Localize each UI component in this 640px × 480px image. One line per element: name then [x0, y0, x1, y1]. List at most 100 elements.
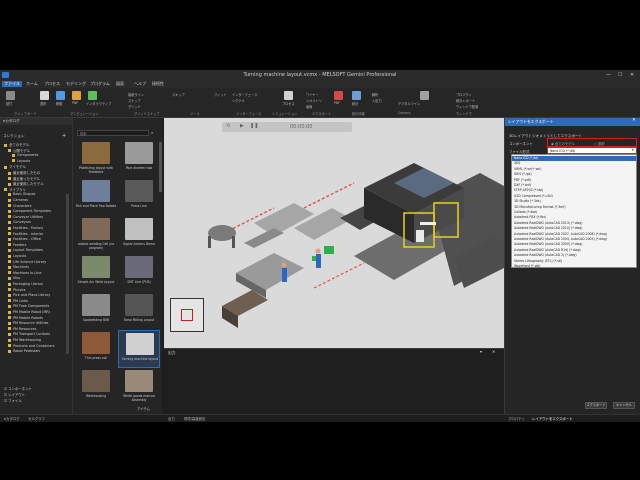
- file-format-option[interactable]: Autodesk RealDWG (AutoCAD 2004, AutoCAD …: [512, 237, 636, 242]
- tab-cellgraph[interactable]: セルグラフ: [28, 416, 45, 421]
- tree-item[interactable]: 全てのモデル: [4, 142, 29, 147]
- tree-item[interactable]: Pick and Place Library: [8, 293, 50, 297]
- add-collection-icon[interactable]: +: [62, 133, 66, 139]
- file-format-option[interactable]: Autodesk RealDWG (AutoCAD 2010) (*.dwg): [512, 226, 636, 231]
- properties-option[interactable]: プロパティ: [456, 92, 472, 97]
- tree-item[interactable]: Layout Templates: [8, 248, 43, 252]
- catalog-item[interactable]: Palletizing layout with Feedback: [75, 140, 117, 178]
- tree-item[interactable]: PM Flow Components: [8, 304, 49, 308]
- file-format-option[interactable]: IGES (*.igs): [512, 172, 636, 177]
- menu-help[interactable]: ヘルプ: [132, 81, 148, 87]
- reset-icon[interactable]: ⟲: [226, 123, 230, 129]
- window-layout-option[interactable]: ウィンドウ配置: [456, 104, 478, 109]
- file-format-option[interactable]: Autodesk RealDWG (AutoCAD 2007, AutoCAD …: [512, 232, 636, 237]
- geometry-option[interactable]: ジオメトリ: [306, 98, 322, 103]
- radio-selected[interactable]: ○ 選択: [594, 141, 605, 146]
- catalog-item[interactable]: Signal Actions Demo: [118, 216, 160, 254]
- catalog-item[interactable]: Tomo Milling Layout: [118, 292, 160, 330]
- grid-option[interactable]: グリッド: [128, 104, 141, 109]
- file-format-option[interactable]: Nano ICD (*.jtd): [512, 156, 636, 161]
- catalog-item[interactable]: White goods manual Assembly: [118, 368, 160, 406]
- search-icon[interactable]: ⌕: [151, 130, 153, 135]
- tree-item[interactable]: Components: [12, 153, 38, 157]
- camera-icon[interactable]: [420, 91, 429, 100]
- catalog-item[interactable]: Simple Arc Weld Layout: [75, 254, 117, 292]
- tree-item[interactable]: Layouts: [12, 159, 30, 163]
- analysis-option[interactable]: 解析: [372, 92, 378, 97]
- catalog-item[interactable]: Turning machine layout: [118, 330, 160, 368]
- tab-export-layout[interactable]: レイアウトをエクスポート: [532, 416, 573, 421]
- tree-item[interactable]: Packaging Library: [8, 282, 43, 286]
- tab-properties[interactable]: プロパティ: [508, 416, 525, 421]
- process-icon[interactable]: [284, 91, 293, 100]
- catalog-search-input[interactable]: 検索: [77, 130, 149, 136]
- file-format-option[interactable]: Collada (*.dae): [512, 210, 636, 215]
- stats-report-option[interactable]: 統計レポート: [456, 98, 475, 103]
- menu-connectivity[interactable]: 接続性: [150, 81, 166, 87]
- io-option[interactable]: 入出力: [372, 98, 382, 103]
- file-format-option[interactable]: 3D Manufacturing Format (*.3mf): [512, 205, 636, 210]
- interface-option[interactable]: インターフェース: [232, 92, 257, 97]
- filter-checkbox[interactable]: ☑ レイアウト: [4, 392, 25, 397]
- tree-item[interactable]: 最近使用したもの: [8, 170, 40, 175]
- file-format-option[interactable]: PDF (*.pdf): [512, 178, 636, 183]
- wire-option[interactable]: ワイヤー: [306, 92, 319, 97]
- menu-process[interactable]: プロセス: [42, 81, 62, 87]
- tab-output[interactable]: 出力: [168, 416, 175, 421]
- tree-item[interactable]: PM Mobile Robot (MR): [8, 310, 50, 314]
- tree-item[interactable]: Layouts: [8, 254, 26, 258]
- fit-option[interactable]: フィット: [214, 92, 227, 97]
- pnp-icon[interactable]: [72, 91, 81, 100]
- tree-item[interactable]: PM Warehousing: [8, 338, 41, 342]
- minimize-icon[interactable]: —: [606, 72, 611, 78]
- file-format-option[interactable]: 3DS: [512, 161, 636, 166]
- file-format-option[interactable]: Autodesk RealDWG (AutoCAD 2000) (*.dwg): [512, 242, 636, 247]
- file-format-option[interactable]: Wavefront (*.obj): [512, 264, 636, 269]
- export-button[interactable]: エクスポート: [585, 402, 607, 409]
- menu-program[interactable]: プログラム: [88, 81, 112, 87]
- tree-item[interactable]: マイモデル: [4, 164, 26, 169]
- close-output-icon[interactable]: ✕: [492, 349, 495, 354]
- pin-icon[interactable]: ▾: [480, 349, 482, 354]
- play-icon[interactable]: ▶: [240, 123, 244, 129]
- image-option[interactable]: 画像: [306, 104, 312, 109]
- tree-item[interactable]: Conveyor Utilities: [8, 215, 43, 219]
- cancel-button[interactable]: キャンセル: [613, 402, 635, 409]
- tab-environment[interactable]: 環境/高度設定: [184, 416, 206, 421]
- file-format-option[interactable]: DXF (*.dxf): [512, 183, 636, 188]
- paste-icon[interactable]: [6, 91, 15, 100]
- catalog-item[interactable]: SMT Line (PCB): [118, 254, 160, 292]
- tree-item[interactable]: PM Lines: [8, 299, 28, 303]
- tree-item[interactable]: Cameras: [8, 198, 28, 202]
- radio-all[interactable]: ◉ 全てのモデル: [551, 141, 575, 146]
- tree-item[interactable]: PM Transport Controls: [8, 332, 50, 336]
- tree-item[interactable]: 最近使用したモデル: [8, 181, 44, 186]
- menu-modeling[interactable]: モデリング: [64, 81, 88, 87]
- file-format-option[interactable]: STEP AP203 (*.stp): [512, 188, 636, 193]
- catalog-item[interactable]: Thin press coil: [75, 330, 117, 368]
- file-format-option[interactable]: Autodesk RealDWG (AutoCAD R14) (*.dwg): [512, 248, 636, 253]
- catalog-item[interactable]: Pick and Place Two Robots: [75, 178, 117, 216]
- close-export-icon[interactable]: ✕: [632, 118, 636, 123]
- file-format-option[interactable]: Stereo Lithography (STL) (*.stl): [512, 259, 636, 264]
- tree-item[interactable]: Life Science Library: [8, 260, 46, 264]
- tree-scrollbar[interactable]: [66, 194, 69, 354]
- tree-item[interactable]: PM Resources: [8, 327, 36, 331]
- 3d-viewport[interactable]: ⟲ ▶ ❚❚ 00:00:00: [164, 118, 504, 348]
- move-icon[interactable]: [56, 91, 65, 100]
- pause-icon[interactable]: ❚❚: [250, 123, 258, 129]
- tree-item[interactable]: Facilities - Office: [8, 237, 41, 241]
- tab-ecatalog[interactable]: eカタログ: [4, 416, 20, 421]
- skip-option[interactable]: スキップ: [172, 92, 185, 97]
- tree-item[interactable]: 最近使ったモデル: [8, 176, 40, 181]
- pdf-icon[interactable]: [334, 91, 343, 100]
- catalog-item[interactable]: Press Line: [118, 178, 160, 216]
- catalog-item[interactable]: Spotwelding BIW: [75, 292, 117, 330]
- interactive-icon[interactable]: [88, 91, 97, 100]
- tree-item[interactable]: Facilities - Interior: [8, 232, 43, 236]
- menu-home[interactable]: ホーム: [24, 81, 40, 87]
- tree-item[interactable]: Basic Shapes: [8, 192, 35, 196]
- tree-item[interactable]: Feeders: [8, 243, 26, 247]
- catalog-scrollbar[interactable]: [159, 142, 162, 192]
- tree-item[interactable]: Robot Pedestals: [8, 349, 40, 353]
